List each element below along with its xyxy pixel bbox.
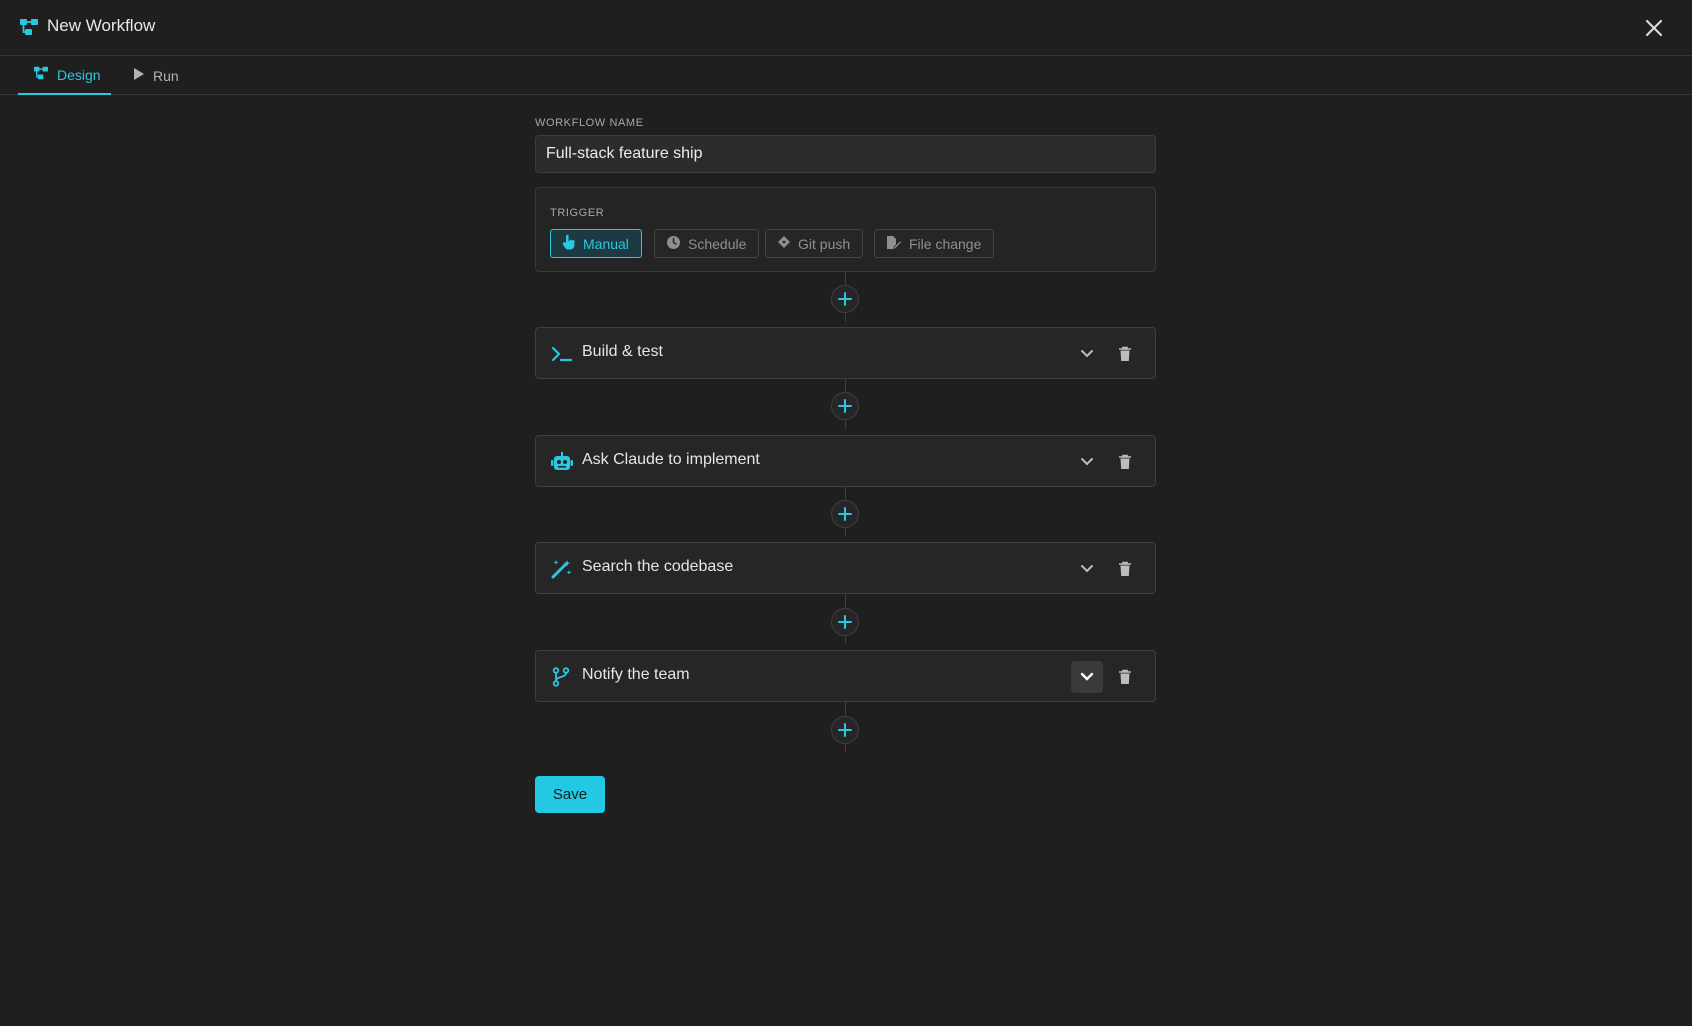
tab-design[interactable]: Design <box>18 56 111 95</box>
trigger-git-push-button[interactable]: Git push <box>765 229 864 258</box>
step-title: Notify the team <box>582 666 690 683</box>
trigger-git-push-label: Git push <box>798 235 851 252</box>
trigger-label: TRIGGER <box>550 207 605 219</box>
workflow-step[interactable]: Ask Claude to implement <box>535 435 1156 487</box>
plus-icon <box>838 723 852 737</box>
trigger-schedule-label: Schedule <box>688 235 747 252</box>
close-icon[interactable] <box>1642 16 1666 40</box>
magic-wand-icon <box>551 559 573 579</box>
trigger-panel: TRIGGER Manual Schedule Git push File ch… <box>535 187 1156 272</box>
workflow-step[interactable]: Notify the team <box>535 650 1156 702</box>
clock-icon <box>666 235 688 253</box>
save-button[interactable]: Save <box>535 776 605 813</box>
chevron-down-icon[interactable] <box>1071 553 1103 585</box>
trigger-manual-label: Manual <box>583 235 629 252</box>
trigger-manual-button[interactable]: Manual <box>550 229 642 258</box>
add-step-button[interactable] <box>831 500 859 528</box>
trigger-schedule-button[interactable]: Schedule <box>654 229 760 258</box>
tab-run-label: Run <box>153 67 179 84</box>
play-icon <box>133 67 153 84</box>
tab-bar: Design Run <box>0 56 1692 95</box>
workflow-name-label: WORKFLOW NAME <box>535 117 644 129</box>
tab-run[interactable]: Run <box>131 56 179 95</box>
plus-icon <box>838 292 852 306</box>
dialog-title: New Workflow <box>47 16 156 35</box>
hand-pointer-icon <box>562 234 583 253</box>
trash-icon[interactable] <box>1111 448 1139 476</box>
trigger-file-change-label: File change <box>909 235 982 252</box>
add-step-button[interactable] <box>831 608 859 636</box>
dialog-header: New Workflow <box>0 0 1692 56</box>
trash-icon[interactable] <box>1111 340 1139 368</box>
step-title: Ask Claude to implement <box>582 451 760 468</box>
chevron-down-icon[interactable] <box>1071 661 1103 693</box>
workflow-icon <box>19 18 39 36</box>
terminal-icon <box>551 344 573 364</box>
file-edit-icon <box>886 235 909 253</box>
step-title: Search the codebase <box>582 558 734 575</box>
step-title: Build & test <box>582 343 663 360</box>
branch-icon <box>551 667 573 687</box>
workflow-step[interactable]: Search the codebase <box>535 542 1156 594</box>
workflow-step[interactable]: Build & test <box>535 327 1156 379</box>
chevron-down-icon[interactable] <box>1071 338 1103 370</box>
trash-icon[interactable] <box>1111 555 1139 583</box>
workflow-name-input[interactable] <box>535 135 1156 173</box>
trash-icon[interactable] <box>1111 663 1139 691</box>
trigger-file-change-button[interactable]: File change <box>874 229 995 258</box>
workflow-icon <box>33 66 57 83</box>
chevron-down-icon[interactable] <box>1071 446 1103 478</box>
git-diamond-icon <box>777 235 798 252</box>
plus-icon <box>838 507 852 521</box>
plus-icon <box>838 399 852 413</box>
add-step-button[interactable] <box>831 716 859 744</box>
plus-icon <box>838 615 852 629</box>
tab-design-label: Design <box>57 66 101 83</box>
add-step-button[interactable] <box>831 285 859 313</box>
robot-icon <box>551 452 573 472</box>
add-step-button[interactable] <box>831 392 859 420</box>
